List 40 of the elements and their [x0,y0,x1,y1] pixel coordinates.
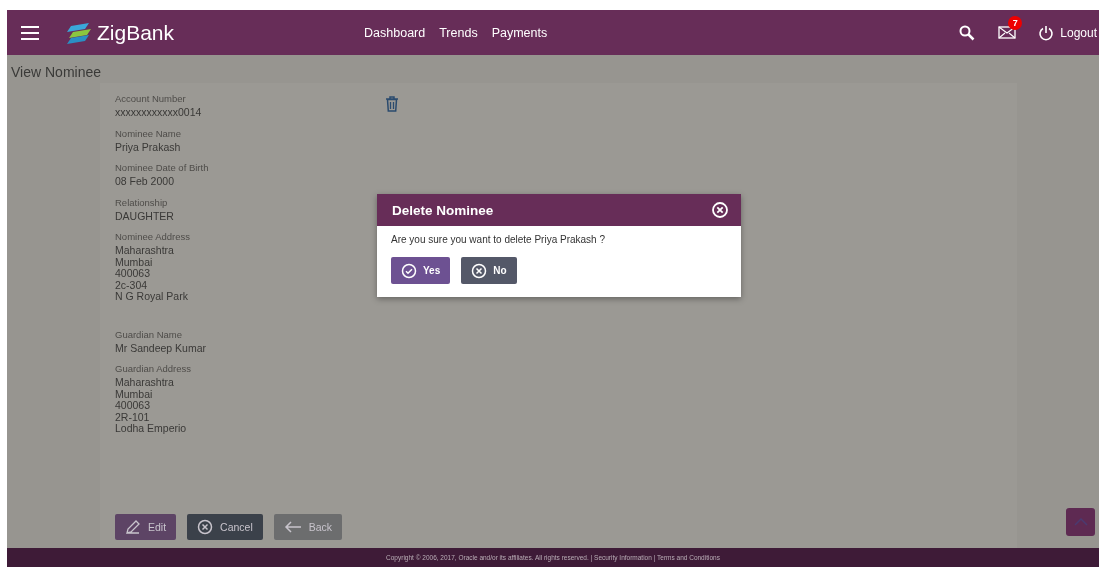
notification-badge: 7 [1008,16,1023,30]
dialog-title: Delete Nominee [392,202,494,218]
close-circle-icon [197,519,214,535]
edit-button[interactable]: Edit [115,514,177,540]
field-value: Priya Prakash [115,141,182,153]
dialog-message: Are you sure you want to delete Priya Prakash ? [391,234,606,245]
left-arrow-icon [283,520,302,534]
field-value: Mr Sandeep Kumar [115,342,208,354]
logo-icon [67,21,93,44]
field-label: Guardian Address [115,363,193,374]
chevron-up-icon [1073,518,1088,526]
menu-icon[interactable] [21,25,39,40]
close-circle-icon [471,262,488,279]
field-label: Nominee Address [115,231,191,242]
field-label: Nominee Name [115,127,182,139]
field-label: Nominee Date of Birth [115,162,210,173]
pencil-icon [125,519,141,535]
field-value: Maharashtra Mumbai 400063 2R-101 Lodha Emperio [115,377,188,435]
check-circle-icon [401,262,417,279]
yes-button[interactable]: Yes [391,257,451,284]
power-icon [1038,24,1055,41]
page-title: View Nominee [10,63,102,82]
search-icon[interactable] [958,23,977,42]
field-value: Maharashtra Mumbai 400063 2c-304 N G Royal Park [115,245,189,303]
field-label: Relationship [115,196,169,208]
nav-link[interactable]: Payments [491,25,548,40]
logout-link[interactable]: Logout [1038,24,1097,41]
field-value: xxxxxxxxxxxx0014 [115,107,203,119]
nav-link[interactable]: Trends [439,25,478,40]
nav-link[interactable]: Dashboard [364,25,426,40]
close-icon[interactable] [711,201,729,219]
field-value: DAUGHTER [115,210,175,222]
envelope-icon[interactable] [998,26,1017,39]
delete-icon[interactable] [385,96,399,112]
field-value: 08 Feb 2000 [115,176,175,188]
cancel-button[interactable]: Cancel [187,514,263,540]
field-label: Account Number [115,93,187,104]
field-label: Guardian Name [115,328,184,340]
no-button[interactable]: No [461,257,517,284]
brand-name[interactable]: ZigBank [97,20,175,45]
